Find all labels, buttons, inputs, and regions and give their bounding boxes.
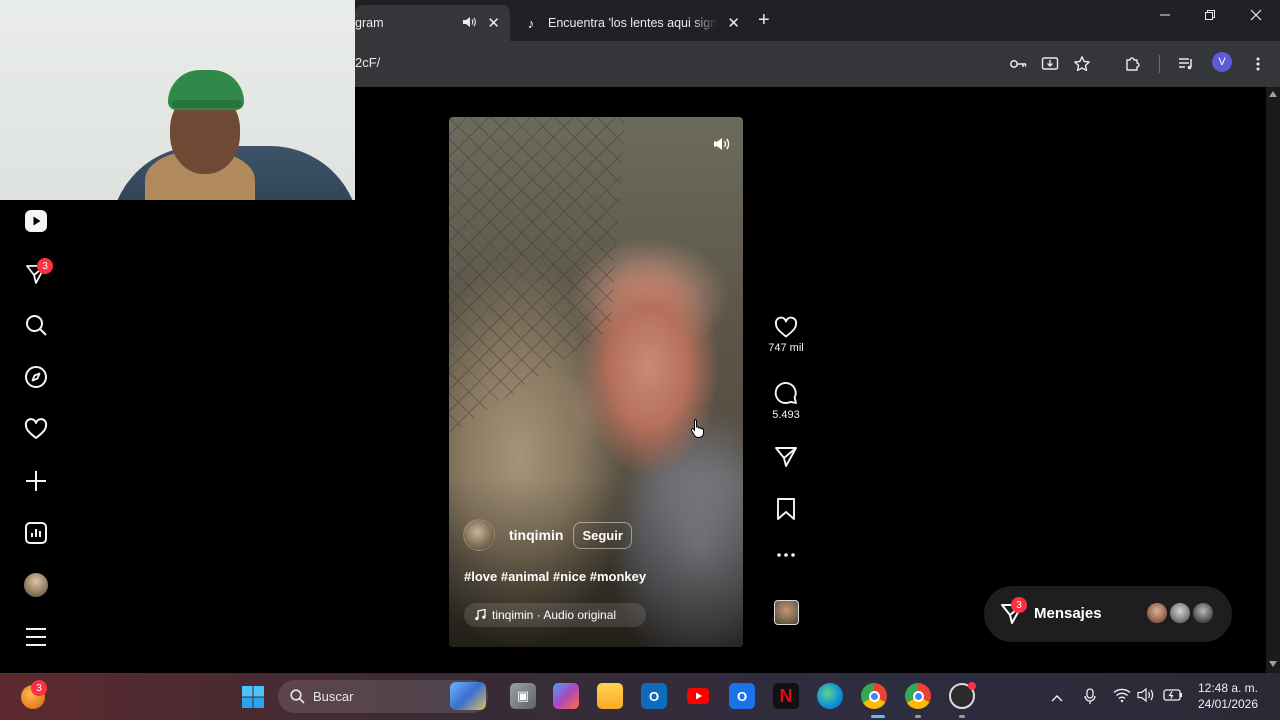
copilot-icon[interactable] [553,683,579,709]
audio-thumbnail[interactable] [774,600,799,625]
share-send-icon[interactable] [774,445,798,469]
save-bookmark-icon[interactable] [776,497,796,521]
chrome-profile-icon[interactable] [905,683,931,709]
battery-icon[interactable] [1163,687,1183,708]
profile-avatar[interactable]: V [1212,52,1232,72]
show-hidden-icons-icon[interactable] [1051,689,1063,707]
hand-cursor-icon [690,418,706,443]
edge-icon[interactable] [817,683,843,709]
contact-avatar [1145,601,1169,625]
audio-link[interactable]: tinqimin · Audio original [464,603,647,627]
scroll-up-arrow[interactable] [1269,91,1277,97]
notification-badge: 3 [37,258,53,274]
speaker-icon[interactable] [462,16,476,31]
page-scrollbar[interactable] [1266,87,1280,673]
explore-compass-icon[interactable] [24,365,48,389]
install-app-icon[interactable] [1039,53,1061,75]
likes-count: 747 mil [768,342,804,354]
volume-icon[interactable] [1137,687,1155,708]
reel-video[interactable]: tinqimin Seguir #love #animal #nice #mon… [449,117,743,647]
close-window-icon[interactable] [1250,8,1262,25]
search-icon[interactable] [24,313,48,337]
comments-count: 5.493 [772,409,800,421]
outlook-new-icon[interactable]: O [729,683,755,709]
browser-menu-icon[interactable] [1247,53,1269,75]
clock-date[interactable]: 24/01/2026 [1195,697,1261,711]
address-bar[interactable]: 2cF/ [355,55,380,70]
tab-title: gram [355,16,384,30]
reel-caption: #love #animal #nice #monkey [464,569,647,584]
tab-tiktok[interactable]: ♪ Encuentra 'los lentes aqui signif ✕ [512,5,750,41]
youtube-icon[interactable] [685,683,711,709]
tab-instagram[interactable]: gram ✕ [355,5,510,41]
author-avatar[interactable] [463,519,495,551]
extensions-icon[interactable] [1122,53,1144,75]
outlook-icon[interactable]: O [641,683,667,709]
music-note-icon [475,609,486,621]
like-heart-icon[interactable] [774,316,798,338]
notifications-heart-icon[interactable] [24,417,48,441]
messages-badge: 3 [1011,597,1027,613]
running-app-indicator [959,715,965,718]
tiktok-icon: ♪ [527,15,535,31]
clock-time[interactable]: 12:48 a. m. [1195,681,1261,695]
chrome-icon[interactable] [861,683,887,709]
webcam-overlay [0,0,355,200]
microphone-icon[interactable] [1081,687,1099,710]
messages-label: Mensajes [1034,605,1102,622]
save-action [766,497,806,521]
comment-bubble-icon[interactable] [774,381,798,405]
weather-badge: 3 [31,680,47,696]
search-highlight-icon [450,682,486,710]
audio-label: tinqimin · Audio original [492,608,617,622]
scroll-down-arrow[interactable] [1269,661,1277,667]
minimize-icon[interactable] [1159,8,1171,25]
netflix-icon[interactable]: N [773,683,799,709]
more-options-action [766,552,806,558]
author-name[interactable]: tinqimin [509,527,563,543]
new-tab-icon[interactable]: + [758,9,770,32]
close-tab-icon[interactable]: ✕ [487,14,500,32]
search-icon [290,689,305,704]
windows-start-icon[interactable] [241,685,265,714]
toolbar-divider [1159,55,1160,73]
wifi-icon[interactable] [1113,687,1131,708]
screen: gram ✕ ♪ Encuentra 'los lentes aqui sign… [0,0,1280,720]
bookmark-star-icon[interactable] [1071,53,1093,75]
tab-title: Encuentra 'los lentes aqui signif [548,16,718,30]
close-tab-icon[interactable]: ✕ [727,14,740,32]
like-action: 747 mil [766,316,806,354]
comment-action: 5.493 [766,381,806,421]
follow-button[interactable]: Seguir [573,521,632,549]
volume-icon[interactable] [711,133,733,155]
contact-avatar [1168,601,1192,625]
file-explorer-icon[interactable] [597,683,623,709]
search-placeholder: Buscar [313,689,354,704]
active-app-indicator [871,715,885,718]
dashboard-icon[interactable] [24,521,48,545]
restore-icon[interactable] [1204,8,1216,25]
more-menu-icon[interactable] [24,625,48,649]
reels-icon[interactable] [24,209,48,233]
author-row: tinqimin Seguir [463,519,632,551]
running-app-indicator [915,715,921,718]
more-dots-icon[interactable] [776,552,796,558]
messages-pill[interactable]: 3 Mensajes [984,586,1232,642]
password-key-icon[interactable] [1007,53,1029,75]
create-plus-icon[interactable] [24,469,48,493]
profile-avatar[interactable] [24,573,48,597]
webcam-person-cap-brim [172,100,242,108]
media-control-icon[interactable] [1175,53,1197,75]
share-action [766,445,806,469]
recording-dot [968,682,976,690]
contact-avatar [1191,601,1215,625]
task-view-icon[interactable]: ▣ [510,683,536,709]
windows-taskbar: 3 Buscar ▣ O O N 12:48 a. m. 24/01/2026 [0,673,1280,720]
